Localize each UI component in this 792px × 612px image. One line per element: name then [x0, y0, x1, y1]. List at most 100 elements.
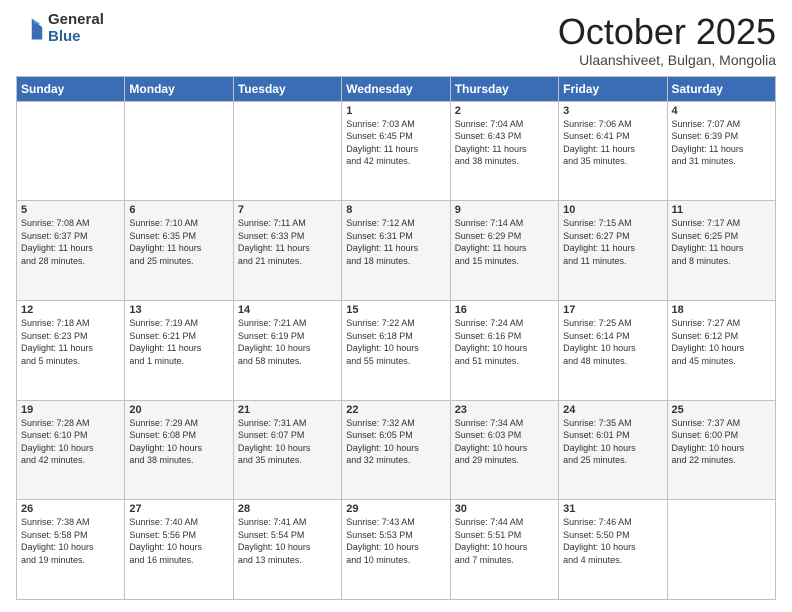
logo: General Blue [16, 12, 104, 45]
calendar-cell: 22Sunrise: 7:32 AM Sunset: 6:05 PM Dayli… [342, 400, 450, 500]
day-number: 23 [455, 404, 554, 416]
day-number: 17 [563, 304, 662, 316]
calendar-week-row: 12Sunrise: 7:18 AM Sunset: 6:23 PM Dayli… [17, 300, 776, 400]
calendar-cell: 12Sunrise: 7:18 AM Sunset: 6:23 PM Dayli… [17, 300, 125, 400]
day-number: 13 [129, 304, 228, 316]
logo-icon [16, 15, 44, 43]
calendar-cell: 28Sunrise: 7:41 AM Sunset: 5:54 PM Dayli… [233, 500, 341, 600]
day-number: 24 [563, 404, 662, 416]
calendar-cell: 9Sunrise: 7:14 AM Sunset: 6:29 PM Daylig… [450, 201, 558, 301]
weekday-header-row: SundayMondayTuesdayWednesdayThursdayFrid… [17, 76, 776, 101]
weekday-header-tuesday: Tuesday [233, 76, 341, 101]
day-number: 19 [21, 404, 120, 416]
day-number: 11 [672, 204, 771, 216]
day-number: 10 [563, 204, 662, 216]
month-title: October 2025 [558, 12, 776, 52]
calendar-cell: 27Sunrise: 7:40 AM Sunset: 5:56 PM Dayli… [125, 500, 233, 600]
day-number: 30 [455, 503, 554, 515]
day-info: Sunrise: 7:25 AM Sunset: 6:14 PM Dayligh… [563, 317, 662, 367]
calendar-cell: 2Sunrise: 7:04 AM Sunset: 6:43 PM Daylig… [450, 101, 558, 201]
day-info: Sunrise: 7:17 AM Sunset: 6:25 PM Dayligh… [672, 217, 771, 267]
day-info: Sunrise: 7:28 AM Sunset: 6:10 PM Dayligh… [21, 417, 120, 467]
day-info: Sunrise: 7:43 AM Sunset: 5:53 PM Dayligh… [346, 516, 445, 566]
day-info: Sunrise: 7:34 AM Sunset: 6:03 PM Dayligh… [455, 417, 554, 467]
day-number: 15 [346, 304, 445, 316]
calendar-cell: 21Sunrise: 7:31 AM Sunset: 6:07 PM Dayli… [233, 400, 341, 500]
calendar-cell: 23Sunrise: 7:34 AM Sunset: 6:03 PM Dayli… [450, 400, 558, 500]
day-info: Sunrise: 7:07 AM Sunset: 6:39 PM Dayligh… [672, 118, 771, 168]
day-info: Sunrise: 7:27 AM Sunset: 6:12 PM Dayligh… [672, 317, 771, 367]
calendar-cell: 6Sunrise: 7:10 AM Sunset: 6:35 PM Daylig… [125, 201, 233, 301]
calendar-week-row: 1Sunrise: 7:03 AM Sunset: 6:45 PM Daylig… [17, 101, 776, 201]
title-area: October 2025 Ulaanshiveet, Bulgan, Mongo… [558, 12, 776, 68]
calendar-cell: 13Sunrise: 7:19 AM Sunset: 6:21 PM Dayli… [125, 300, 233, 400]
day-number: 14 [238, 304, 337, 316]
day-info: Sunrise: 7:38 AM Sunset: 5:58 PM Dayligh… [21, 516, 120, 566]
day-number: 4 [672, 105, 771, 117]
calendar-cell: 4Sunrise: 7:07 AM Sunset: 6:39 PM Daylig… [667, 101, 775, 201]
day-info: Sunrise: 7:06 AM Sunset: 6:41 PM Dayligh… [563, 118, 662, 168]
calendar-week-row: 5Sunrise: 7:08 AM Sunset: 6:37 PM Daylig… [17, 201, 776, 301]
calendar-cell: 16Sunrise: 7:24 AM Sunset: 6:16 PM Dayli… [450, 300, 558, 400]
day-number: 25 [672, 404, 771, 416]
calendar-cell: 19Sunrise: 7:28 AM Sunset: 6:10 PM Dayli… [17, 400, 125, 500]
calendar-cell [125, 101, 233, 201]
day-info: Sunrise: 7:37 AM Sunset: 6:00 PM Dayligh… [672, 417, 771, 467]
day-info: Sunrise: 7:08 AM Sunset: 6:37 PM Dayligh… [21, 217, 120, 267]
day-info: Sunrise: 7:10 AM Sunset: 6:35 PM Dayligh… [129, 217, 228, 267]
day-number: 31 [563, 503, 662, 515]
day-number: 27 [129, 503, 228, 515]
header: General Blue October 2025 Ulaanshiveet, … [16, 12, 776, 68]
calendar-cell: 15Sunrise: 7:22 AM Sunset: 6:18 PM Dayli… [342, 300, 450, 400]
weekday-header-thursday: Thursday [450, 76, 558, 101]
logo-text: General Blue [48, 12, 104, 45]
weekday-header-wednesday: Wednesday [342, 76, 450, 101]
calendar-cell: 17Sunrise: 7:25 AM Sunset: 6:14 PM Dayli… [559, 300, 667, 400]
day-info: Sunrise: 7:14 AM Sunset: 6:29 PM Dayligh… [455, 217, 554, 267]
calendar-week-row: 26Sunrise: 7:38 AM Sunset: 5:58 PM Dayli… [17, 500, 776, 600]
calendar-cell: 7Sunrise: 7:11 AM Sunset: 6:33 PM Daylig… [233, 201, 341, 301]
day-info: Sunrise: 7:40 AM Sunset: 5:56 PM Dayligh… [129, 516, 228, 566]
calendar-cell: 26Sunrise: 7:38 AM Sunset: 5:58 PM Dayli… [17, 500, 125, 600]
calendar-table: SundayMondayTuesdayWednesdayThursdayFrid… [16, 76, 776, 600]
day-number: 28 [238, 503, 337, 515]
calendar-cell: 14Sunrise: 7:21 AM Sunset: 6:19 PM Dayli… [233, 300, 341, 400]
weekday-header-sunday: Sunday [17, 76, 125, 101]
day-info: Sunrise: 7:15 AM Sunset: 6:27 PM Dayligh… [563, 217, 662, 267]
calendar-cell: 30Sunrise: 7:44 AM Sunset: 5:51 PM Dayli… [450, 500, 558, 600]
day-info: Sunrise: 7:41 AM Sunset: 5:54 PM Dayligh… [238, 516, 337, 566]
calendar-cell: 8Sunrise: 7:12 AM Sunset: 6:31 PM Daylig… [342, 201, 450, 301]
calendar-week-row: 19Sunrise: 7:28 AM Sunset: 6:10 PM Dayli… [17, 400, 776, 500]
calendar-cell: 31Sunrise: 7:46 AM Sunset: 5:50 PM Dayli… [559, 500, 667, 600]
day-info: Sunrise: 7:31 AM Sunset: 6:07 PM Dayligh… [238, 417, 337, 467]
calendar-cell: 5Sunrise: 7:08 AM Sunset: 6:37 PM Daylig… [17, 201, 125, 301]
day-number: 20 [129, 404, 228, 416]
page: General Blue October 2025 Ulaanshiveet, … [0, 0, 792, 612]
day-number: 18 [672, 304, 771, 316]
day-number: 8 [346, 204, 445, 216]
weekday-header-monday: Monday [125, 76, 233, 101]
day-number: 16 [455, 304, 554, 316]
calendar-cell: 20Sunrise: 7:29 AM Sunset: 6:08 PM Dayli… [125, 400, 233, 500]
day-info: Sunrise: 7:04 AM Sunset: 6:43 PM Dayligh… [455, 118, 554, 168]
calendar-cell [17, 101, 125, 201]
calendar-cell: 24Sunrise: 7:35 AM Sunset: 6:01 PM Dayli… [559, 400, 667, 500]
day-number: 2 [455, 105, 554, 117]
day-info: Sunrise: 7:35 AM Sunset: 6:01 PM Dayligh… [563, 417, 662, 467]
logo-general: General [48, 12, 104, 29]
day-number: 29 [346, 503, 445, 515]
calendar-cell: 18Sunrise: 7:27 AM Sunset: 6:12 PM Dayli… [667, 300, 775, 400]
day-number: 6 [129, 204, 228, 216]
day-info: Sunrise: 7:44 AM Sunset: 5:51 PM Dayligh… [455, 516, 554, 566]
weekday-header-saturday: Saturday [667, 76, 775, 101]
day-info: Sunrise: 7:03 AM Sunset: 6:45 PM Dayligh… [346, 118, 445, 168]
day-info: Sunrise: 7:22 AM Sunset: 6:18 PM Dayligh… [346, 317, 445, 367]
weekday-header-friday: Friday [559, 76, 667, 101]
day-info: Sunrise: 7:29 AM Sunset: 6:08 PM Dayligh… [129, 417, 228, 467]
day-number: 3 [563, 105, 662, 117]
day-number: 7 [238, 204, 337, 216]
calendar-cell: 25Sunrise: 7:37 AM Sunset: 6:00 PM Dayli… [667, 400, 775, 500]
calendar-cell: 11Sunrise: 7:17 AM Sunset: 6:25 PM Dayli… [667, 201, 775, 301]
calendar-cell: 3Sunrise: 7:06 AM Sunset: 6:41 PM Daylig… [559, 101, 667, 201]
calendar-cell: 10Sunrise: 7:15 AM Sunset: 6:27 PM Dayli… [559, 201, 667, 301]
